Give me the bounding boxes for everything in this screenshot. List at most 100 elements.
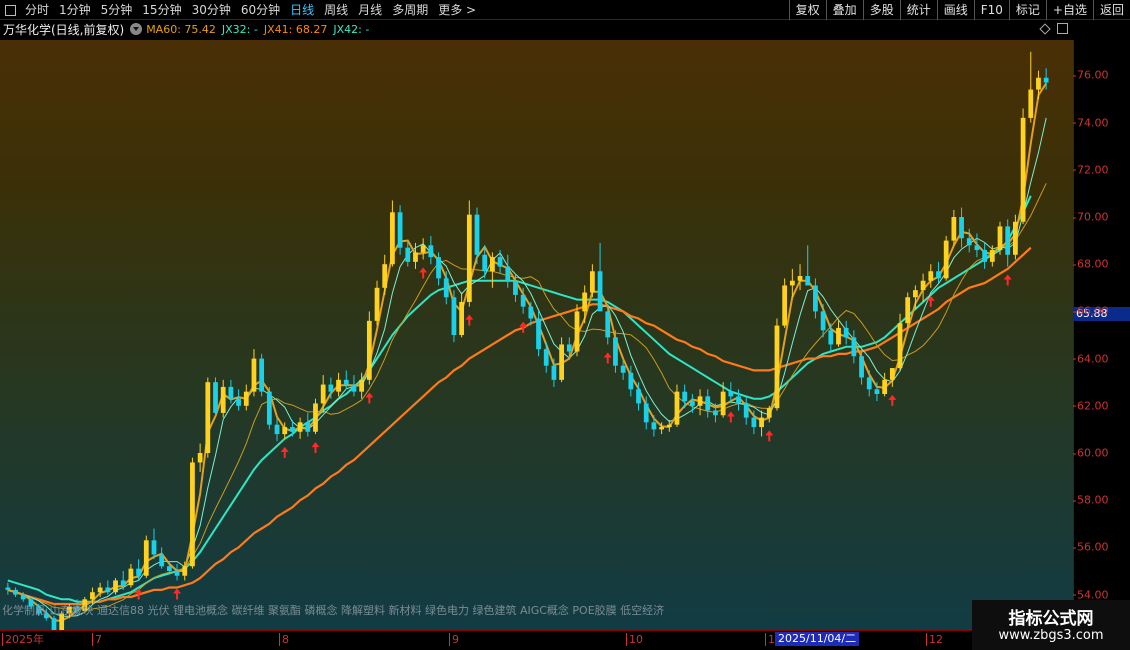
candle-body [413,252,418,262]
candle-body [574,311,580,352]
candle-body [843,327,849,338]
candle-body [274,424,280,435]
panel-close-icon[interactable] [1057,23,1068,34]
toolbar-button-6[interactable]: 标记 [1008,0,1046,20]
candle-body [936,271,941,279]
candle-body [1020,117,1026,222]
toolbar-button-4[interactable]: 画线 [936,0,974,20]
candle-body [597,271,603,312]
candle-body [528,306,534,319]
toolbar-button-3[interactable]: 统计 [899,0,937,20]
kline-svg [5,51,1049,630]
candle-body [889,368,895,380]
time-tick: 12 [926,633,943,646]
candle-body [459,301,465,335]
period-tab-8[interactable]: 月线 [353,0,387,20]
period-tab-1[interactable]: 1分钟 [54,0,96,20]
candle-body [959,217,964,239]
candle-body [336,379,341,392]
toolbar-button-2[interactable]: 多股 [862,0,900,20]
candle-body [520,294,526,307]
candle-body [582,292,588,312]
candle-body [536,318,541,350]
price-tick: 60.00 [1073,446,1109,460]
candle-body [682,391,688,402]
period-tab-4[interactable]: 30分钟 [187,0,236,20]
buy-signal-arrow [280,446,289,458]
candle-body [1005,226,1011,255]
candle-body [313,403,318,432]
candle-body [466,214,472,302]
watermark: 指标公式网 www.zbgs3.com [972,600,1130,650]
candle-body [482,254,488,272]
indicator-dropdown-icon[interactable] [130,23,143,35]
layout-icon[interactable] [0,0,20,20]
candle-body [236,398,241,406]
candle-body [320,384,326,404]
candle-body [328,384,334,392]
candle-body [497,257,503,267]
candle-body [782,285,788,326]
candle-body [436,257,441,279]
period-tab-10[interactable]: 更多 > [433,0,481,20]
period-tab-6[interactable]: 日线 [285,0,319,20]
candle-body [174,571,180,576]
candle-body [474,214,480,255]
period-tab-3[interactable]: 15分钟 [137,0,186,20]
candle-body [920,280,926,291]
price-tick: 68.00 [1073,257,1109,271]
period-tab-0[interactable]: 分时 [20,0,54,20]
candle-body [705,396,711,411]
candle-body [251,358,257,392]
candle-body [966,238,972,246]
candle-body [305,422,311,432]
candle-body [643,403,649,423]
candle-body [428,245,434,258]
period-tab-5[interactable]: 60分钟 [236,0,285,20]
candle-body [1028,89,1034,118]
candle-body [382,264,388,288]
price-tick: 62.00 [1073,399,1109,413]
candle-body [620,365,626,373]
toolbar-button-8[interactable]: 返回 [1092,0,1130,20]
indicator-value: JX32: - [221,22,258,36]
candle-body [720,391,726,416]
ma-line-fast-gold [7,82,1048,622]
toolbar-button-1[interactable]: 叠加 [825,0,863,20]
period-tab-9[interactable]: 多周期 [387,0,433,20]
toolbar-button-5[interactable]: F10 [973,0,1009,20]
candle-body [982,250,988,262]
candle-body [51,618,57,630]
candle-body [243,391,249,406]
candle-body [882,379,888,394]
candle-body [836,327,841,345]
candle-body [220,386,226,413]
candle-body [5,587,11,590]
candle-body [13,589,18,595]
toolbar-button-0[interactable]: 复权 [788,0,826,20]
buy-signal-arrow [173,588,182,600]
buy-signal-arrow [465,314,474,326]
diamond-icon[interactable] [1039,23,1051,35]
candle-body [351,384,357,392]
candle-body [928,271,934,281]
candle-body [366,320,372,380]
candle-body [828,330,834,345]
candle-body [943,240,949,279]
buy-signal-arrow [419,267,428,279]
toolbar-button-7[interactable]: +自选 [1045,0,1093,20]
kline-chart[interactable]: 化学制品 山东板块 通达信88 光伏 锂电池概念 碳纤维 聚氨酯 磷概念 降解塑… [0,40,1073,630]
ma-line-thin-gold [7,183,1047,610]
period-tab-7[interactable]: 周线 [319,0,353,20]
concept-tags: 化学制品 山东板块 通达信88 光伏 锂电池概念 碳纤维 聚氨酯 磷概念 降解塑… [2,604,665,617]
candle-body [874,389,880,394]
buy-signal-arrow [311,442,320,454]
watermark-title: 指标公式网 [1008,609,1094,629]
candle-body [851,337,857,357]
candle-body [989,250,995,262]
watermark-url: www.zbgs3.com [998,628,1104,643]
candle-body [190,462,195,567]
candle-body [813,285,818,312]
candle-body [259,358,265,392]
period-tab-2[interactable]: 5分钟 [96,0,138,20]
